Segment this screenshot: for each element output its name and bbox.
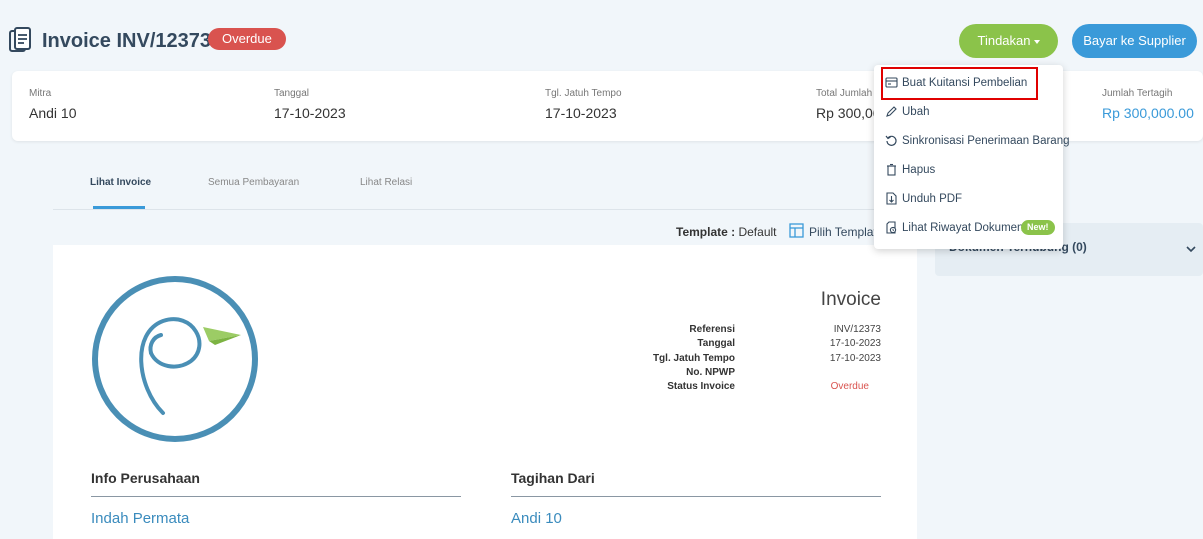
template-info: Template : Default: [676, 225, 777, 239]
menu-item-delete[interactable]: Hapus: [874, 159, 1063, 183]
highlight-annotation: [881, 67, 1038, 100]
actions-label: Tindakan: [977, 33, 1031, 48]
page-title: Invoice INV/12373: [42, 30, 211, 52]
menu-item-label: Sinkronisasi Penerimaan Barang: [902, 135, 1070, 147]
mitra-label: Mitra: [29, 88, 52, 99]
invoice-meta-labels: Referensi Tanggal Tgl. Jatuh Tempo No. N…: [618, 323, 735, 394]
page-header: Invoice INV/12373 Overdue Tindakan Bayar…: [0, 0, 1203, 70]
invoice-heading: Invoice: [820, 289, 881, 310]
bill-from-title: Tagihan Dari: [511, 470, 595, 486]
meta-label-npwp: No. NPWP: [686, 366, 735, 378]
meta-label-referensi: Referensi: [689, 324, 735, 335]
meta-value-status: Overdue: [830, 381, 869, 393]
company-info-title: Info Perusahaan: [91, 470, 200, 486]
pencil-icon: [886, 106, 897, 117]
menu-item-edit[interactable]: Ubah: [874, 101, 1063, 125]
chevron-down-icon[interactable]: [1186, 245, 1196, 253]
jatuh-tempo-label: Tgl. Jatuh Tempo: [545, 88, 622, 99]
company-logo: [92, 276, 258, 442]
menu-item-label: Lihat Riwayat Dokumen: [902, 222, 1024, 234]
actions-dropdown-button[interactable]: Tindakan: [959, 24, 1058, 58]
total-label: Total Jumlah: [816, 88, 873, 99]
tertagih-value: Rp 300,000.00: [1102, 105, 1194, 121]
template-label: Template :: [676, 225, 736, 239]
meta-label-status: Status Invoice: [667, 381, 735, 393]
pay-supplier-button[interactable]: Bayar ke Supplier: [1072, 24, 1197, 58]
summary-total: Total Jumlah Rp 300,00: [816, 88, 881, 121]
invoice-tabs: Lihat Invoice Semua Pembayaran Lihat Rel…: [53, 168, 935, 210]
meta-value-referensi: INV/12373: [833, 324, 881, 335]
menu-item-label: Unduh PDF: [902, 193, 963, 205]
total-value: Rp 300,00: [816, 105, 881, 121]
tertagih-label: Jumlah Tertagih: [1102, 88, 1173, 99]
meta-label-jatuh-tempo: Tgl. Jatuh Tempo: [652, 352, 735, 364]
meta-label-tanggal: Tanggal: [697, 338, 735, 350]
document-icon: [9, 27, 31, 52]
summary-tanggal: Tanggal 17-10-2023: [274, 88, 346, 121]
summary-mitra: Mitra Andi 10: [29, 88, 76, 121]
template-icon[interactable]: [789, 223, 804, 238]
trash-icon: [887, 163, 896, 176]
meta-value-npwp: [753, 366, 881, 380]
invoice-preview: Invoice Referensi Tanggal Tgl. Jatuh Tem…: [53, 245, 917, 539]
menu-item-label: Ubah: [902, 106, 930, 118]
bill-from-name[interactable]: Andi 10: [511, 510, 562, 527]
menu-item-download-pdf[interactable]: Unduh PDF: [874, 188, 1063, 212]
pick-template-button[interactable]: Pilih Templat: [809, 225, 877, 239]
bill-from-divider: [511, 496, 881, 497]
download-pdf-icon: [886, 192, 897, 205]
menu-item-label: Hapus: [902, 164, 936, 176]
meta-value-tanggal: 17-10-2023: [829, 338, 881, 350]
company-info-divider: [91, 496, 461, 497]
summary-jatuh-tempo: Tgl. Jatuh Tempo 17-10-2023: [545, 88, 622, 121]
invoice-meta-values: INV/12373 17-10-2023 17-10-2023 Overdue: [753, 323, 881, 394]
caret-down-icon: [1033, 39, 1040, 44]
mitra-value: Andi 10: [29, 105, 77, 121]
menu-item-sync-goods-receipt[interactable]: Sinkronisasi Penerimaan Barang: [874, 130, 1069, 154]
status-badge: Overdue: [208, 28, 286, 50]
tanggal-label: Tanggal: [274, 88, 310, 99]
menu-item-document-history[interactable]: Lihat Riwayat Dokumen New!: [874, 217, 1063, 241]
sync-icon: [885, 135, 897, 146]
template-bar: Template : Default Pilih Templat: [53, 218, 935, 244]
history-icon: [886, 221, 897, 234]
company-name[interactable]: Indah Permata: [91, 510, 189, 527]
summary-tertagih: Jumlah Tertagih Rp 300,000.00: [1102, 88, 1194, 121]
tanggal-value: 17-10-2023: [274, 105, 346, 121]
meta-value-jatuh-tempo: 17-10-2023: [829, 352, 881, 364]
tab-lihat-relasi[interactable]: Lihat Relasi: [360, 177, 412, 188]
jatuh-tempo-value: 17-10-2023: [545, 105, 617, 121]
tab-semua-pembayaran[interactable]: Semua Pembayaran: [208, 177, 299, 188]
template-value: Default: [738, 225, 777, 239]
tab-lihat-invoice[interactable]: Lihat Invoice: [90, 177, 151, 188]
active-tab-indicator: [93, 206, 145, 209]
new-badge: New!: [1021, 220, 1055, 235]
